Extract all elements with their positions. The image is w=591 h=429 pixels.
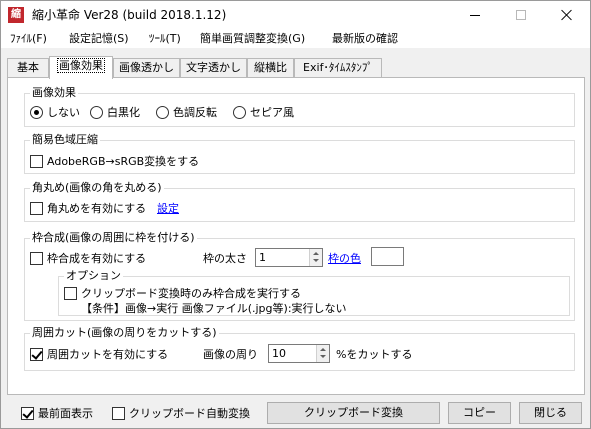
radio-button[interactable] [156,105,169,119]
effects-group: 画像効果 しない 白黒化 色調反転 セピア風 [24,86,575,127]
frame-options-title: オプション [64,269,123,283]
maximize-icon [516,10,526,20]
menu-file[interactable]: ﾌｧｲﾙ(F) [10,31,47,47]
spin-down-icon[interactable] [320,355,326,358]
copy-button[interactable]: コピー [448,402,511,424]
cut-group-title: 周囲カット(画像の周りをカットする) [30,326,219,340]
round-group-title: 角丸め(画像の角を丸める) [30,181,164,195]
app-window: 縮 縮小革命 Ver28 (build 2018.1.12) ﾌｧｲﾙ(F) 設… [0,0,591,429]
radio-button[interactable] [90,105,103,119]
menu-bar: ﾌｧｲﾙ(F) 設定記憶(S) ﾂｰﾙ(T) 簡単画質調整変換(G) 最新版の確… [1,29,590,49]
frame-width-stepper[interactable]: 1 [255,248,323,267]
cut-percent-stepper[interactable]: 10 [268,344,330,363]
effects-group-title: 画像効果 [30,86,78,100]
frame-color-swatch[interactable] [371,247,404,266]
spin-up-icon[interactable] [313,252,319,255]
title-bar: 縮 縮小革命 Ver28 (build 2018.1.12) [1,1,590,29]
tab-aspect-ratio[interactable]: 縦横比 [247,58,294,78]
close-icon [561,9,573,21]
cut-checkbox-row[interactable]: 周囲カットを有効にする [30,346,168,362]
topmost-checkbox[interactable] [21,406,34,420]
frame-options-group: オプション クリップボード変換時のみ枠合成を実行する 【条件】画像→実行 画像フ… [58,269,570,316]
close-button[interactable]: 閉じる [519,402,582,424]
radio-none[interactable]: しない [30,104,80,120]
frame-checkbox-row[interactable]: 枠合成を有効にする [30,250,146,266]
gamut-checkbox-row[interactable]: AdobeRGB→sRGB変換をする [30,153,199,169]
radio-button[interactable] [233,105,246,119]
tab-exif-timestamp[interactable]: Exif･ﾀｲﾑｽﾀﾝﾌﾟ [294,58,382,78]
gamut-group-title: 簡易色域圧縮 [30,133,100,147]
clipboard-auto-checkbox-row[interactable]: クリップボード自動変換 [112,405,250,421]
radio-invert[interactable]: 色調反転 [156,104,217,120]
menu-easy-quality-convert[interactable]: 簡単画質調整変換(G) [200,31,305,47]
minimize-button[interactable] [452,1,498,29]
maximize-button[interactable] [498,1,544,29]
gamut-group: 簡易色域圧縮 AdobeRGB→sRGB変換をする [24,133,575,174]
frame-condition-text: 【条件】画像→実行 画像ファイル(.jpg等):実行しない [81,302,347,315]
round-checkbox-row[interactable]: 角丸めを有効にする [30,200,146,216]
tab-image-watermark[interactable]: 画像透かし [113,58,180,78]
topmost-checkbox-row[interactable]: 最前面表示 [21,405,93,421]
minimize-icon [470,14,480,16]
round-settings-link[interactable]: 設定 [157,200,179,216]
frame-color-link[interactable]: 枠の色 [328,250,361,266]
app-icon: 縮 [8,7,24,23]
radio-sepia[interactable]: セピア風 [233,104,294,120]
close-window-button[interactable] [544,1,590,29]
menu-settings-memory[interactable]: 設定記憶(S) [69,31,129,47]
tab-text-watermark[interactable]: 文字透かし [180,58,247,78]
round-group: 角丸め(画像の角を丸める) 角丸めを有効にする 設定 [24,181,575,222]
radio-button[interactable] [30,105,43,119]
frame-group-title: 枠合成(画像の周囲に枠を付ける) [30,231,197,245]
clipboard-only-row[interactable]: クリップボード変換時のみ枠合成を実行する [64,285,301,301]
menu-check-latest[interactable]: 最新版の確認 [332,31,398,47]
spin-up-icon[interactable] [320,348,326,351]
clipboard-only-checkbox[interactable] [64,286,77,300]
cut-suffix-label: %をカットする [336,348,413,361]
cut-around-label: 画像の周り [203,348,258,361]
radio-monochrome[interactable]: 白黒化 [90,104,140,120]
frame-group: 枠合成(画像の周囲に枠を付ける) 枠合成を有効にする 枠の太さ 1 枠の色 オプ… [24,231,575,321]
cut-group: 周囲カット(画像の周りをカットする) 周囲カットを有効にする 画像の周り 10 … [24,326,575,371]
clipboard-auto-checkbox[interactable] [112,406,125,420]
spin-down-icon[interactable] [313,259,319,262]
clipboard-convert-button[interactable]: クリップボード変換 [267,402,440,424]
tab-page-image-effects: 画像効果 しない 白黒化 色調反転 セピア風 簡易色域圧縮 AdobeRGB→s… [7,77,585,395]
cut-checkbox[interactable] [30,347,43,361]
frame-checkbox[interactable] [30,251,43,265]
round-checkbox[interactable] [30,201,43,215]
frame-width-label: 枠の太さ [203,252,247,265]
tab-image-effects[interactable]: 画像効果 [49,56,113,79]
tab-basic[interactable]: 基本 [7,58,49,78]
window-title: 縮小革命 Ver28 (build 2018.1.12) [32,8,227,22]
gamut-checkbox[interactable] [30,154,43,168]
menu-tools[interactable]: ﾂｰﾙ(T) [149,31,181,47]
